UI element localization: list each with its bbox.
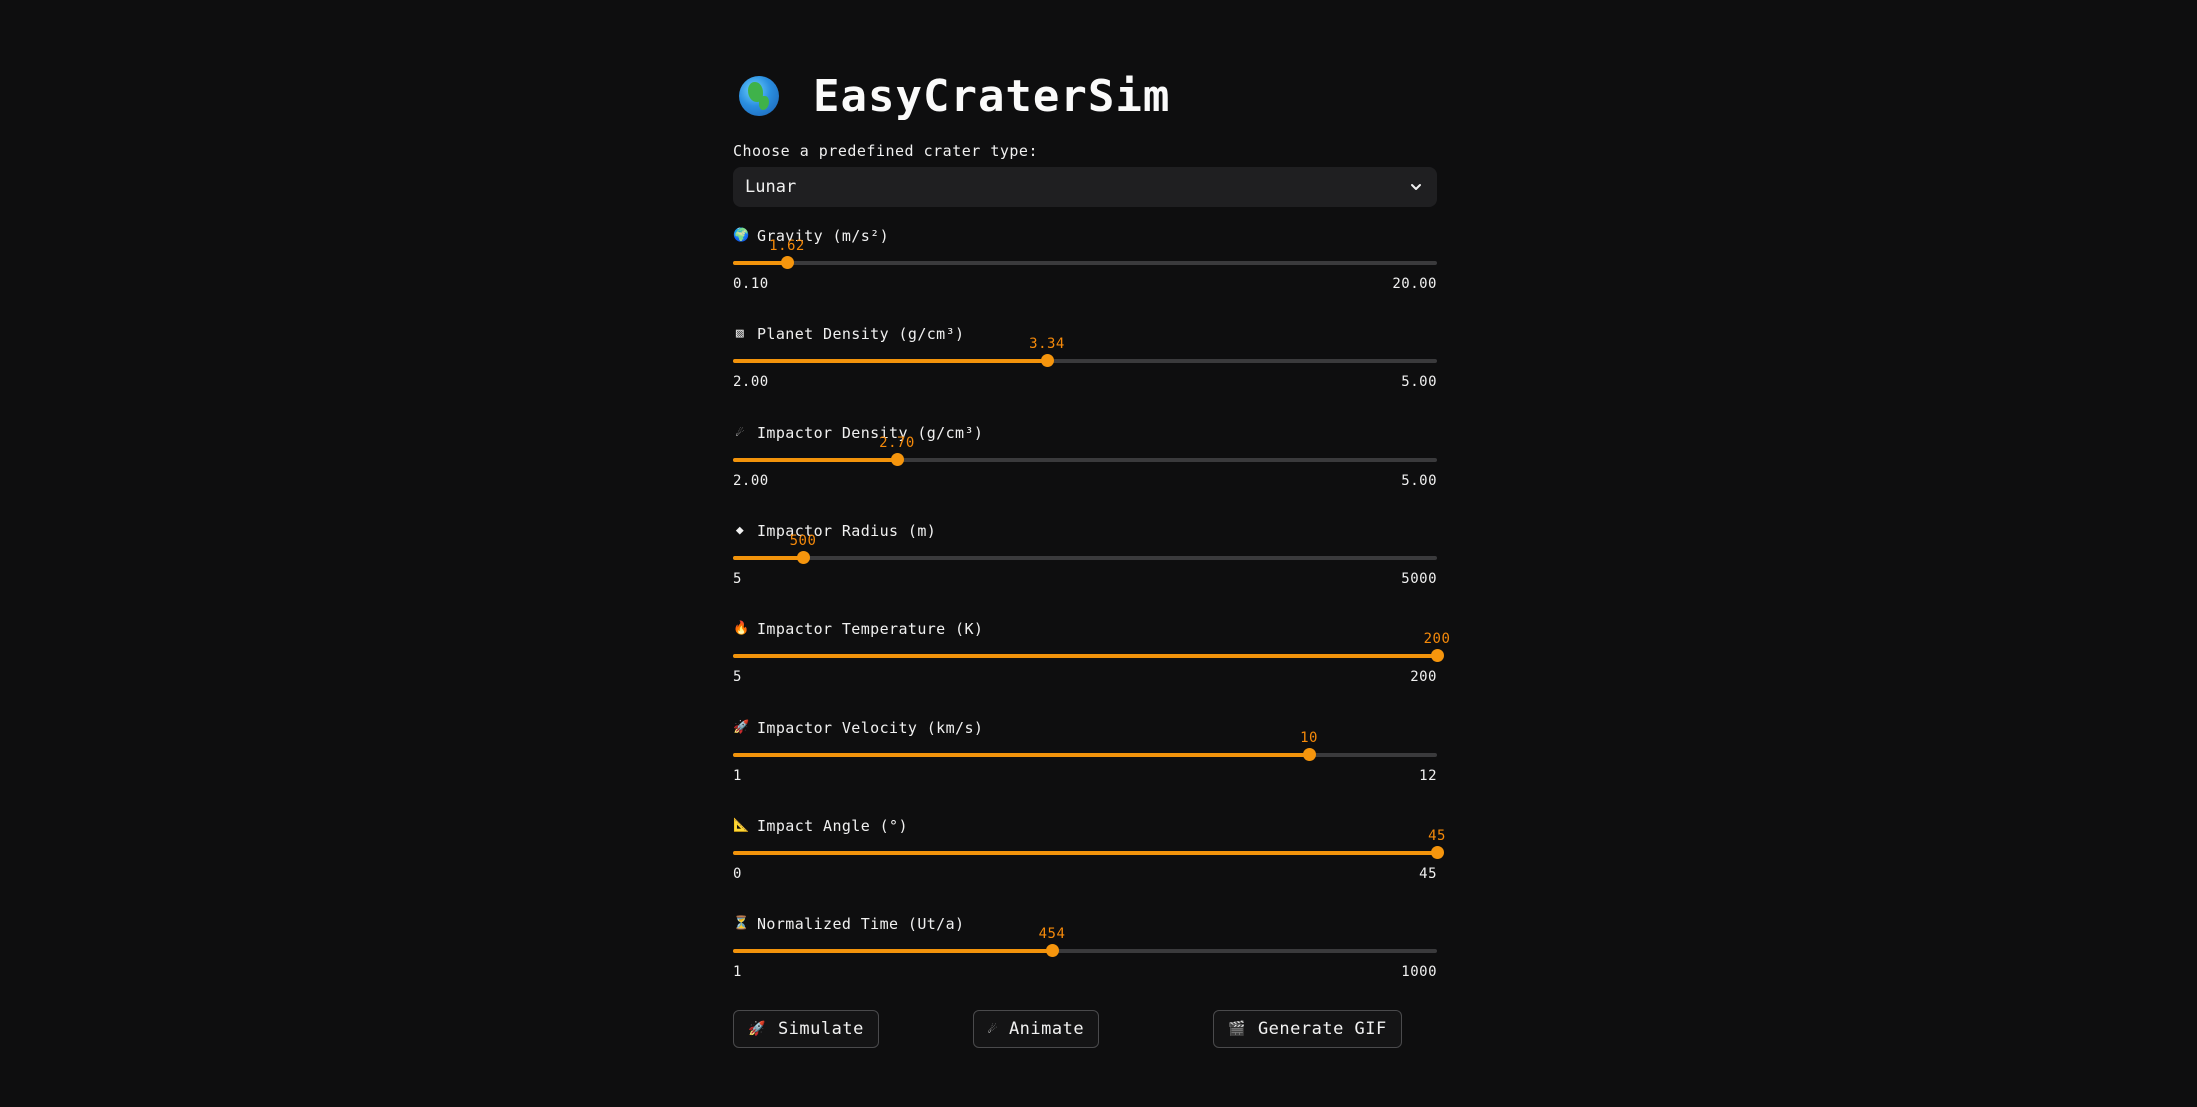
- slider-impactor-temperature: 🔥 Impactor Temperature (K) 200 5 200: [733, 619, 1450, 715]
- slider-thumb[interactable]: [1431, 649, 1444, 663]
- slider-label-text: Impactor Radius (m): [757, 521, 937, 540]
- slider-current-value: 454: [1038, 926, 1066, 943]
- slider-label-text: Normalized Time (Ut/a): [757, 915, 965, 934]
- slider-fill: [733, 359, 1047, 364]
- slider-min-value: 1: [733, 767, 742, 784]
- slider-impactor-density: ☄ Impactor Density (g/cm³) 2.70 2.00 5.00: [733, 423, 1437, 519]
- generate-gif-button[interactable]: 🎬 Generate GIF: [1213, 1010, 1402, 1048]
- header: EasyCraterSim: [739, 70, 1170, 122]
- diamond-icon: ◆: [735, 522, 745, 538]
- slider-track[interactable]: [733, 649, 1444, 663]
- slider-fill: [733, 949, 1052, 954]
- slider-max-value: 200: [1410, 669, 1437, 686]
- slider-max-value: 5.00: [1401, 374, 1437, 391]
- slider-min-value: 0: [733, 865, 742, 882]
- slider-track[interactable]: [733, 845, 1444, 859]
- slider-thumb[interactable]: [797, 550, 810, 564]
- slider-fill: [733, 457, 897, 462]
- globe-africa-icon: [739, 76, 779, 116]
- slider-current-value: 1.62: [769, 238, 805, 254]
- rocket-icon: 🚀: [748, 1021, 766, 1037]
- slider-planet-density: ▧ Planet Density (g/cm³) 3.34 2.00 5.00: [733, 324, 1437, 420]
- slider-current-value: 2.70: [879, 434, 915, 451]
- slider-label-text: Impactor Density (g/cm³): [757, 423, 984, 442]
- comet-icon: ☄: [735, 424, 745, 440]
- slider-track[interactable]: [733, 550, 1437, 564]
- triangular-ruler-icon: 📐: [733, 817, 750, 833]
- slider-max-value: 5000: [1401, 570, 1437, 587]
- simulate-button-label: Simulate: [777, 1019, 864, 1039]
- slider-label: ⏳ Normalized Time (Ut/a): [733, 914, 964, 934]
- globe-icon: 🌍: [733, 228, 750, 243]
- slider-fill: [733, 261, 787, 265]
- slider-max-value: 1000: [1401, 964, 1437, 981]
- slider-label-text: Planet Density (g/cm³): [757, 325, 965, 344]
- slider-thumb[interactable]: [1303, 747, 1316, 761]
- crater-type-label: Choose a predefined crater type:: [733, 142, 1038, 160]
- slider-current-value: 45: [1428, 827, 1446, 844]
- slider-label: ☄ Impactor Density (g/cm³): [733, 423, 983, 443]
- slider-track[interactable]: [733, 354, 1437, 368]
- animate-button[interactable]: ☄ Animate: [973, 1010, 1100, 1048]
- slider-current-value: 200: [1423, 631, 1451, 648]
- planet-density-icon: ▧: [735, 326, 745, 342]
- slider-thumb[interactable]: [1046, 944, 1059, 958]
- chevron-down-icon: [1411, 184, 1421, 190]
- slider-max-value: 45: [1419, 865, 1437, 882]
- crater-type-select[interactable]: Lunar: [733, 167, 1437, 207]
- slider-min-value: 0.10: [733, 276, 769, 292]
- slider-label: ◆ Impactor Radius (m): [733, 521, 936, 541]
- slider-min-value: 5: [733, 669, 742, 686]
- slider-label: 🚀 Impactor Velocity (km/s): [733, 718, 983, 738]
- simulate-button[interactable]: 🚀 Simulate: [733, 1010, 879, 1048]
- slider-track[interactable]: [733, 944, 1437, 958]
- generate-gif-button-label: Generate GIF: [1257, 1019, 1387, 1039]
- animate-button-label: Animate: [1008, 1019, 1085, 1039]
- slider-max-value: 5.00: [1401, 472, 1437, 489]
- slider-min-value: 5: [733, 570, 742, 587]
- slider-fill: [733, 752, 1309, 757]
- slider-label-text: Impactor Velocity (km/s): [757, 718, 984, 737]
- slider-track[interactable]: [733, 452, 1437, 466]
- clapperboard-icon: 🎬: [1228, 1021, 1246, 1037]
- slider-label: ▧ Planet Density (g/cm³): [733, 324, 964, 344]
- slider-track[interactable]: [733, 747, 1437, 761]
- slider-min-value: 1: [733, 964, 742, 981]
- slider-thumb[interactable]: [781, 256, 794, 269]
- slider-current-value: 3.34: [1029, 336, 1065, 353]
- slider-label: 🌍 Gravity (m/s²): [733, 226, 889, 246]
- slider-impactor-radius: ◆ Impactor Radius (m) 500 5 5000: [733, 521, 1437, 617]
- slider-current-value: 500: [789, 532, 817, 549]
- hourglass-icon: ⏳: [733, 916, 750, 932]
- slider-label: 🔥 Impactor Temperature (K): [733, 619, 983, 639]
- slider-label-text: Impactor Temperature (K): [757, 620, 984, 639]
- crater-type-value: Lunar: [745, 177, 797, 197]
- slider-max-value: 12: [1419, 767, 1437, 784]
- slider-label-text: Impact Angle (°): [757, 816, 908, 835]
- comet-icon: ☄: [988, 1021, 997, 1037]
- slider-track[interactable]: [733, 256, 1437, 269]
- slider-impactor-velocity: 🚀 Impactor Velocity (km/s) 10 1 12: [733, 718, 1437, 814]
- slider-fill: [733, 850, 1437, 855]
- slider-thumb[interactable]: [1041, 354, 1054, 368]
- slider-fill: [733, 555, 803, 560]
- slider-max-value: 20.00: [1392, 276, 1437, 292]
- slider-min-value: 2.00: [733, 374, 769, 391]
- slider-gravity: 🌍 Gravity (m/s²) 1.62 0.10 20.00: [733, 226, 1437, 322]
- slider-min-value: 2.00: [733, 472, 769, 489]
- slider-impact-angle: 📐 Impact Angle (°) 45 0 45: [733, 816, 1445, 912]
- slider-fill: [733, 654, 1437, 659]
- fire-icon: 🔥: [733, 621, 750, 637]
- slider-normalized-time: ⏳ Normalized Time (Ut/a) 454 1 1000: [733, 914, 1437, 1010]
- app-title: EasyCraterSim: [813, 70, 1171, 122]
- slider-current-value: 10: [1300, 729, 1318, 746]
- slider-thumb[interactable]: [1431, 845, 1444, 859]
- slider-label: 📐 Impact Angle (°): [733, 816, 908, 836]
- rocket-icon: 🚀: [733, 719, 750, 735]
- slider-thumb[interactable]: [891, 452, 904, 466]
